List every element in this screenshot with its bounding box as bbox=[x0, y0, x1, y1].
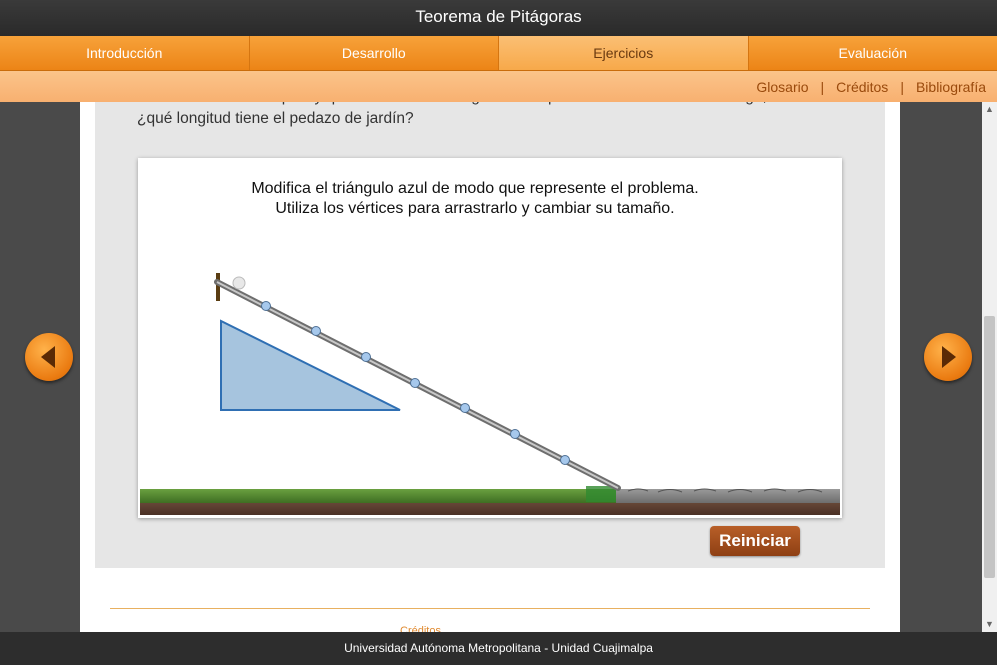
problem-line-question: ¿qué longitud tiene el pedazo de jardín? bbox=[137, 110, 414, 127]
scroll-down-icon[interactable]: ▼ bbox=[982, 617, 997, 632]
tab-desarrollo[interactable]: Desarrollo bbox=[250, 36, 499, 70]
divider bbox=[110, 608, 870, 609]
link-bibliografia[interactable]: Bibliografía bbox=[916, 79, 986, 95]
main-nav: Introducción Desarrollo Ejercicios Evalu… bbox=[0, 36, 997, 71]
activity-instructions: Modifica el triángulo azul de modo que r… bbox=[138, 179, 812, 219]
tab-evaluacion[interactable]: Evaluación bbox=[749, 36, 997, 70]
scroll-up-icon[interactable]: ▲ bbox=[982, 102, 997, 117]
scroll-thumb[interactable] bbox=[984, 316, 995, 578]
chevron-left-icon bbox=[41, 346, 55, 368]
institution-footer: Universidad Autónoma Metropolitana - Uni… bbox=[0, 632, 997, 665]
link-creditos[interactable]: Créditos bbox=[836, 79, 888, 95]
prev-page-button[interactable] bbox=[25, 333, 73, 381]
nav-separator: | bbox=[820, 78, 825, 95]
vertical-scrollbar[interactable]: ▲ ▼ bbox=[982, 102, 997, 632]
instruction-line-2: Utiliza los vértices para arrastrarlo y … bbox=[275, 200, 675, 217]
wall-post bbox=[216, 273, 220, 301]
instruction-line-1: Modifica el triángulo azul de modo que r… bbox=[251, 180, 699, 197]
tab-introduccion[interactable]: Introducción bbox=[0, 36, 250, 70]
link-glosario[interactable]: Glosario bbox=[756, 79, 808, 95]
chevron-right-icon bbox=[942, 346, 956, 368]
secondary-nav: Glosario | Créditos | Bibliografía bbox=[0, 71, 997, 102]
next-page-button[interactable] bbox=[924, 333, 972, 381]
tab-ejercicios[interactable]: Ejercicios bbox=[499, 36, 749, 70]
app-title: Teorema de Pitágoras bbox=[0, 0, 997, 36]
reset-button[interactable]: Reiniciar bbox=[710, 526, 800, 556]
activity-canvas: Modifica el triángulo azul de modo que r… bbox=[138, 158, 842, 518]
nav-separator: | bbox=[900, 78, 904, 95]
ground bbox=[140, 486, 840, 515]
